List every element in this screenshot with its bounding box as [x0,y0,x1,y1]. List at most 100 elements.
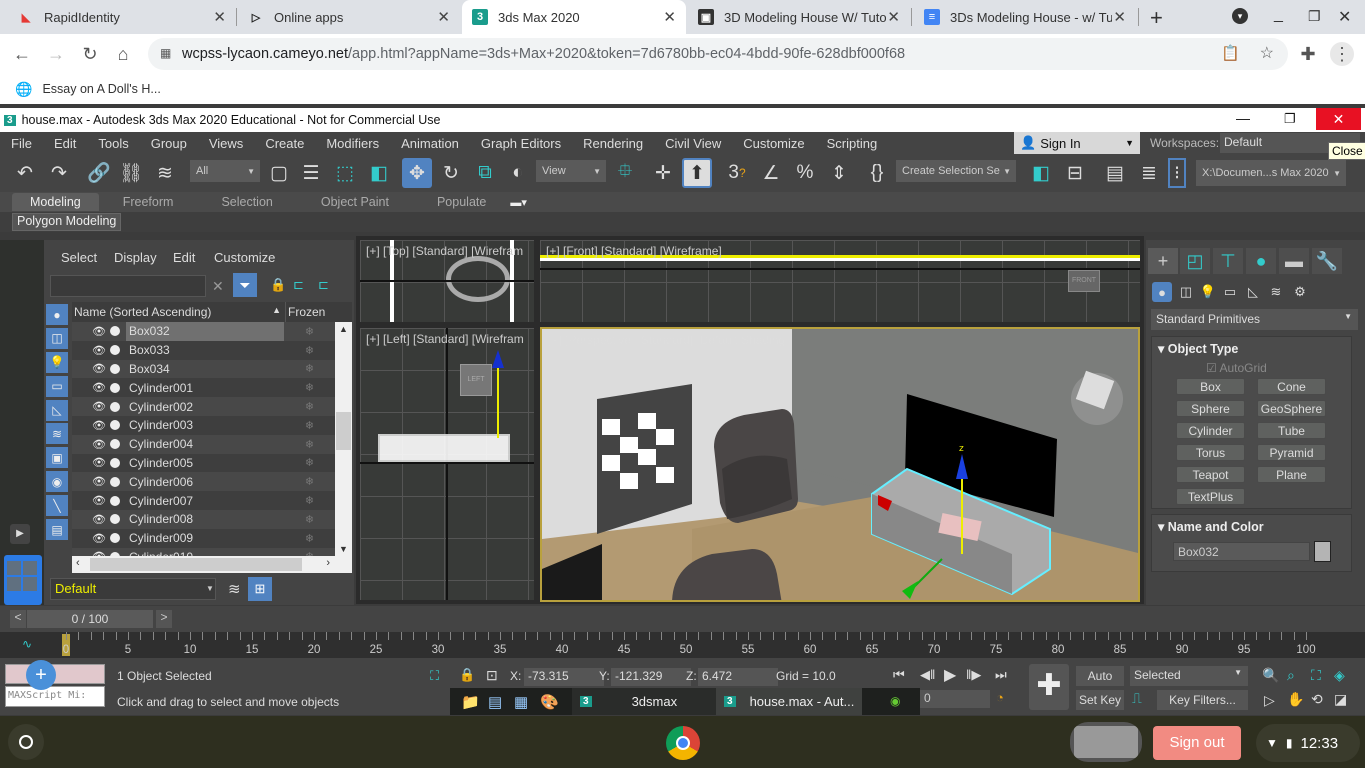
object-type-header[interactable]: ▾ Object Type [1152,337,1351,360]
modify-tab-icon[interactable]: ◰ [1180,248,1210,274]
frozen-icon[interactable]: ❄ [284,344,335,357]
curve-editor-icon[interactable]: ∿ [22,637,32,651]
viewport-label-front[interactable]: [+] [Front] [Standard] [Wireframe] [546,244,722,258]
previous-frame-button[interactable]: < [10,610,26,628]
list-item[interactable]: 👁Cylinder010❄ [72,547,335,556]
add-floating-button[interactable]: + [26,660,56,690]
geometry-icon[interactable]: ● [1152,282,1172,302]
plane-button[interactable]: Plane [1257,466,1326,483]
isolate-selection-icon[interactable]: ⛶ [430,668,439,684]
selection-lock-icon[interactable]: 🔒 [459,667,475,683]
column-name-header[interactable]: Name (Sorted Ascending) ▲ [72,302,286,322]
layer-explorer-icon[interactable]: ≋ [228,580,241,598]
list-item[interactable]: 👁 Cylinder001 ❄ [72,378,335,397]
viewport-label-perspective[interactable]: [+] [Perspective] [Standard] [Default Sh… [548,333,788,347]
frozen-icon[interactable]: ❄ [284,419,335,432]
layer-explorer-icon[interactable]: ≣ [1134,158,1164,188]
list-item[interactable]: 👁 Cylinder004 ❄ [72,434,335,454]
visibility-eye-icon[interactable]: 👁 [92,438,106,451]
close-window-button[interactable]: ✕ [1338,7,1351,27]
frozen-icon[interactable]: ❄ [284,456,335,469]
hierarchy-mode-icon[interactable]: ⊞ [248,577,272,601]
viewport-label-left[interactable]: [+] [Left] [Standard] [Wirefram [366,332,524,346]
x-coordinate-input[interactable]: -73.315 [524,668,604,686]
sphere-button[interactable]: Sphere [1176,400,1245,417]
primitive-category-dropdown[interactable]: Standard Primitives ▼ [1151,309,1358,330]
visibility-eye-icon[interactable]: 👁 [92,344,106,357]
expand-explorer-button[interactable]: ▶ [10,524,30,544]
align-icon[interactable]: ⊟ [1060,158,1090,188]
lights-filter-icon[interactable]: 💡 [46,351,68,373]
display-tab-icon[interactable]: ▬ [1279,248,1309,274]
list-item[interactable]: 👁 Cylinder002 ❄ [72,397,335,416]
angle-snap-icon[interactable]: ∠ [756,158,786,188]
frozen-icon[interactable]: ❄ [284,438,335,451]
zoom-icon[interactable]: 🔍 [1262,667,1279,684]
frozen-icon[interactable]: ❄ [284,381,335,394]
scroll-right-icon[interactable]: › [326,557,330,569]
chevron-down-icon[interactable]: ▼ [206,584,214,593]
bookmark-item[interactable]: Essay on A Doll's H... [42,82,160,96]
visibility-eye-icon[interactable]: 👁 [92,475,106,488]
tab-rapididentity[interactable]: ◣ RapidIdentity ✕ [8,0,236,34]
menu-create[interactable]: Create [254,136,315,151]
visibility-eye-icon[interactable]: 👁 [92,400,106,413]
undo-icon[interactable]: ↶ [10,158,40,188]
render-toggle-icon[interactable] [110,420,120,431]
app-minimize-button[interactable]: — [1236,110,1250,126]
go-to-end-icon[interactable]: ⏭ [995,667,1007,683]
list-item[interactable]: 👁 Box033 ❄ [72,341,335,360]
browser-menu-icon[interactable]: ⋮ [1330,42,1354,66]
named-selection-set-dropdown[interactable]: Create Selection Se ▼ [896,160,1016,182]
reload-button[interactable]: ↻ [78,42,102,66]
systems-icon[interactable]: ⚙ [1290,282,1310,302]
groups-filter-icon[interactable]: ▣ [46,447,68,469]
forward-button[interactable]: → [44,42,68,66]
address-bar[interactable]: ▦ wcpss-lycaon.cameyo.net/app.html?appNa… [148,38,1288,70]
bones-filter-icon[interactable]: ╲ [46,495,68,517]
render-toggle-icon[interactable] [110,457,120,468]
visibility-eye-icon[interactable]: 👁 [92,381,106,394]
key-mode-dropdown[interactable]: Selected ▼ [1130,666,1248,686]
render-toggle-icon[interactable] [110,476,120,487]
lights-icon[interactable]: 💡 [1198,282,1218,302]
cameras-icon[interactable]: ▭ [1220,282,1240,302]
helpers-filter-icon[interactable]: ◺ [46,399,68,421]
reference-coordinate-dropdown[interactable]: View ▼ [536,160,606,182]
tab-3d-modeling-house[interactable]: ▣ 3D Modeling House W/ Tuto ✕ [688,0,910,34]
edit-named-selection-icon[interactable]: {} [862,158,892,188]
frozen-icon[interactable]: ❄ [284,494,335,507]
explorer-search-input[interactable] [50,275,206,297]
sign-out-button[interactable]: Sign out [1153,726,1241,760]
bookmark-star-icon[interactable]: ☆ [1260,43,1274,63]
torus-button[interactable]: Torus [1176,444,1245,461]
lock-icon[interactable]: 🔒 [270,277,286,293]
ribbon-panel-polygon-modeling[interactable]: Polygon Modeling [12,213,122,231]
visibility-eye-icon[interactable]: 👁 [92,456,106,469]
hierarchy-icon[interactable]: ⊏ [293,277,304,293]
go-to-start-icon[interactable]: ⏮ [893,667,905,683]
render-toggle-icon[interactable] [110,514,120,525]
object-color-swatch[interactable] [1314,541,1331,562]
menu-scripting[interactable]: Scripting [816,136,889,151]
create-tab-icon[interactable]: + [1148,248,1178,274]
clipboard-icon[interactable]: 📋 [1221,44,1240,62]
select-object-icon[interactable]: ▢ [264,158,294,188]
menu-modifiers[interactable]: Modifiers [315,136,390,151]
list-item[interactable]: 👁 Cylinder008 ❄ [72,509,335,529]
manipulate-icon[interactable]: ✛ [648,158,678,188]
helpers-icon[interactable]: ◺ [1243,282,1263,302]
frozen-icon[interactable]: ❄ [284,513,335,526]
explorer-vertical-scrollbar[interactable]: ▲ ▼ [335,322,352,556]
back-button[interactable]: ← [10,42,34,66]
explorer-horizontal-scrollbar[interactable]: ‹ › [72,556,352,573]
visibility-eye-icon[interactable]: 👁 [92,532,106,545]
render-toggle-icon[interactable] [110,326,120,337]
select-and-rotate-icon[interactable]: ↻ [436,158,466,188]
bind-space-warp-icon[interactable]: ≋ [150,158,180,188]
list-item[interactable]: 👁 Cylinder009 ❄ [72,529,335,548]
viewcube-front[interactable]: FRONT [1068,270,1100,292]
time-configuration-icon[interactable]: ◔ [996,690,1004,705]
explorer-menu-customize[interactable]: Customize [214,250,275,265]
project-folder-dropdown[interactable]: X:\Documen...s Max 2020 ▼ [1196,160,1346,186]
